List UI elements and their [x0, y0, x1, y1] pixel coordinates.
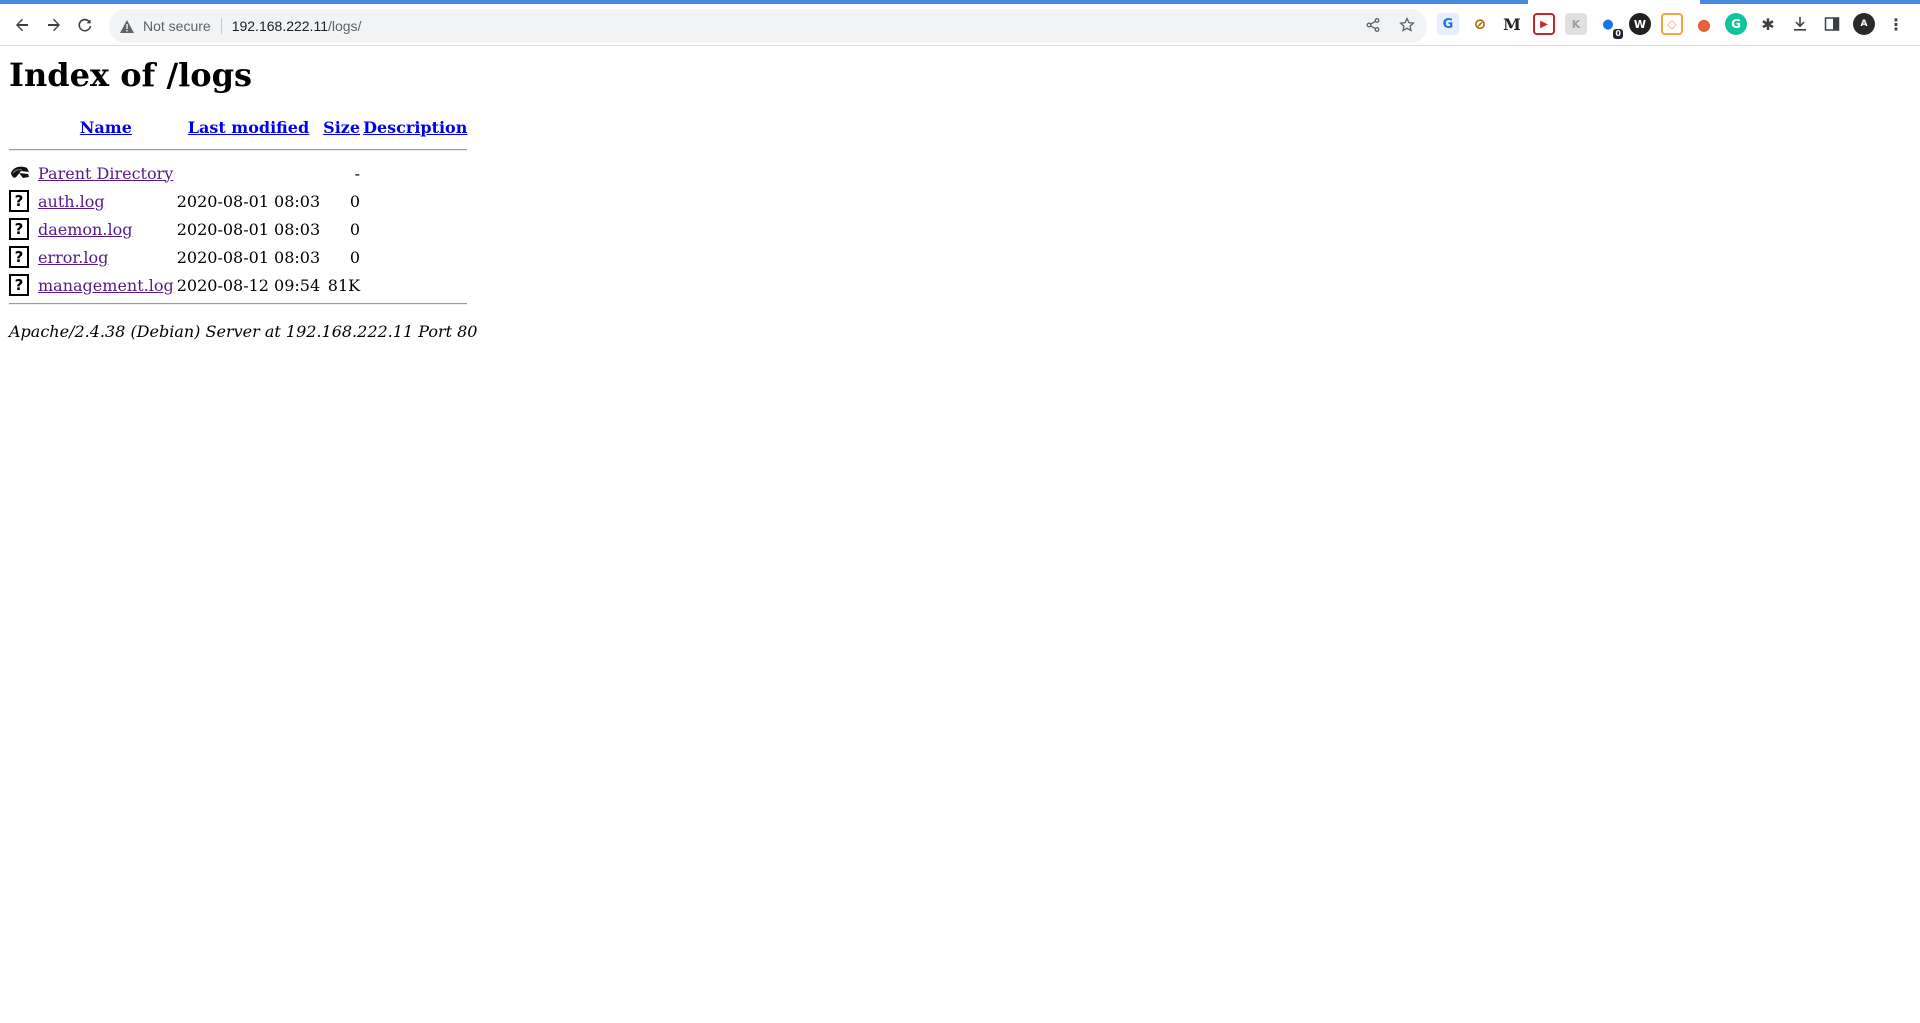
counter-extension-icon[interactable]: ● 0 — [1597, 13, 1623, 39]
row-description-cell — [363, 159, 467, 187]
row-size-cell: - — [354, 163, 361, 183]
arrow-left-icon — [16, 18, 28, 32]
unknown-file-icon: ? — [9, 274, 29, 296]
download-icon[interactable] — [1789, 13, 1811, 35]
url-host: 192.168.222.11 — [231, 18, 328, 34]
row-size-cell: 0 — [349, 191, 361, 211]
browser-toolbar: Not secure 192.168.222.11/logs/ G ⊘ M ▶ … — [0, 4, 1920, 46]
row-icon-cell: ? — [9, 187, 35, 215]
arrow-right-icon — [48, 18, 60, 32]
side-panel-icon[interactable] — [1821, 13, 1843, 35]
omnibox-separator — [220, 18, 222, 34]
row-name-cell: error.log — [38, 243, 174, 271]
table-row: Parent Directory - — [9, 159, 467, 187]
unknown-file-icon: ? — [9, 218, 29, 240]
divider — [9, 303, 468, 305]
row-name-cell: Parent Directory — [38, 159, 174, 187]
row-description-cell — [363, 215, 467, 243]
translate-extension-icon[interactable]: G — [1437, 13, 1459, 35]
unknown-file-icon: ? — [9, 246, 29, 268]
row-size-cell: 0 — [349, 247, 361, 267]
table-row: ? auth.log 2020-08-01 08:03 0 — [9, 187, 467, 215]
orange-extension-icon[interactable]: ◇ — [1661, 13, 1683, 35]
security-status-label[interactable]: Not secure — [143, 18, 211, 34]
row-modified-cell: 2020-08-01 08:03 — [176, 247, 321, 267]
directory-listing: Index of /logs Name Last modified Size D… — [9, 46, 477, 341]
row-name-cell: management.log — [38, 271, 174, 299]
row-description-cell — [363, 271, 467, 299]
row-description-cell — [363, 187, 467, 215]
row-size-cell: 81K — [327, 275, 361, 295]
sort-by-modified-link[interactable]: Last modified — [188, 118, 309, 137]
file-link[interactable]: auth.log — [38, 192, 105, 211]
row-icon-cell: ? — [9, 215, 35, 243]
colorzilla-extension-icon[interactable]: ● — [1693, 13, 1715, 35]
sort-by-size-link[interactable]: Size — [323, 118, 360, 137]
url-text[interactable]: 192.168.222.11/logs/ — [232, 18, 362, 34]
header-divider-row — [9, 145, 468, 159]
row-modified-cell: 2020-08-01 08:03 — [176, 191, 321, 211]
sort-by-name-link[interactable]: Name — [80, 118, 132, 137]
table-row: ? daemon.log 2020-08-01 08:03 0 — [9, 215, 467, 243]
header-name: Name — [38, 117, 174, 145]
medium-extension-icon[interactable]: M — [1501, 13, 1523, 35]
sort-by-description-link[interactable]: Description — [363, 118, 467, 137]
forward-button[interactable] — [42, 13, 66, 37]
row-size-cell: 0 — [349, 219, 361, 239]
server-signature: Apache/2.4.38 (Debian) Server at 192.168… — [9, 322, 478, 341]
header-last-modified: Last modified — [177, 117, 320, 145]
parent-directory-link[interactable]: Parent Directory — [38, 164, 173, 183]
file-table: Name Last modified Size Description Pare… — [6, 117, 470, 313]
reload-button[interactable] — [73, 13, 97, 37]
red-play-extension-icon[interactable]: ▶ — [1533, 13, 1555, 35]
wappalyzer-extension-icon[interactable]: W — [1629, 13, 1651, 35]
extension-badge: 0 — [1613, 29, 1623, 39]
header-icon-cell — [9, 117, 35, 145]
url-path: /logs/ — [327, 18, 362, 34]
footer-divider-row — [9, 299, 468, 313]
blocker-extension-icon[interactable]: ⊘ — [1469, 13, 1491, 35]
grammarly-extension-icon[interactable]: G — [1725, 13, 1747, 35]
puzzle-extensions-icon[interactable]: ✱ — [1757, 13, 1779, 35]
row-modified-cell — [177, 159, 320, 187]
parent-directory-icon — [9, 163, 31, 183]
row-modified-cell: 2020-08-01 08:03 — [176, 219, 321, 239]
unknown-file-icon: ? — [9, 190, 29, 212]
address-bar[interactable]: Not secure 192.168.222.11/logs/ — [109, 9, 1427, 43]
table-row: ? error.log 2020-08-01 08:03 0 — [9, 243, 467, 271]
page-title: Index of /logs — [9, 56, 253, 94]
bookmark-star-icon[interactable] — [1397, 15, 1417, 35]
row-name-cell: auth.log — [38, 187, 174, 215]
row-modified-cell: 2020-08-12 09:54 — [176, 275, 321, 295]
header-description: Description — [363, 117, 467, 145]
menu-kebab-icon[interactable]: ⋮ — [1885, 13, 1907, 35]
warning-icon — [119, 18, 135, 34]
row-description-cell — [363, 243, 467, 271]
file-link[interactable]: error.log — [38, 248, 108, 267]
header-divider-cell — [9, 145, 468, 159]
grey-extension-icon[interactable]: K — [1565, 13, 1587, 35]
row-name-cell: daemon.log — [38, 215, 174, 243]
file-link[interactable]: management.log — [38, 276, 174, 295]
row-icon-cell: ? — [9, 271, 35, 299]
footer-divider-cell — [9, 299, 468, 313]
reload-icon — [78, 18, 92, 32]
divider — [9, 149, 468, 151]
header-size: Size — [323, 117, 360, 145]
table-row: ? management.log 2020-08-12 09:54 81K — [9, 271, 467, 299]
extensions-bar: G ⊘ M ▶ K ● 0 W ◇ ● G ✱ A ⋮ — [1437, 13, 1907, 39]
share-icon[interactable] — [1363, 15, 1383, 35]
file-link[interactable]: daemon.log — [38, 220, 132, 239]
back-button[interactable] — [10, 13, 34, 37]
row-icon-cell: ? — [9, 243, 35, 271]
row-icon-cell — [9, 159, 35, 187]
table-header-row: Name Last modified Size Description — [9, 117, 468, 145]
omnibox-actions — [1363, 15, 1417, 35]
profile-avatar[interactable]: A — [1853, 13, 1875, 35]
